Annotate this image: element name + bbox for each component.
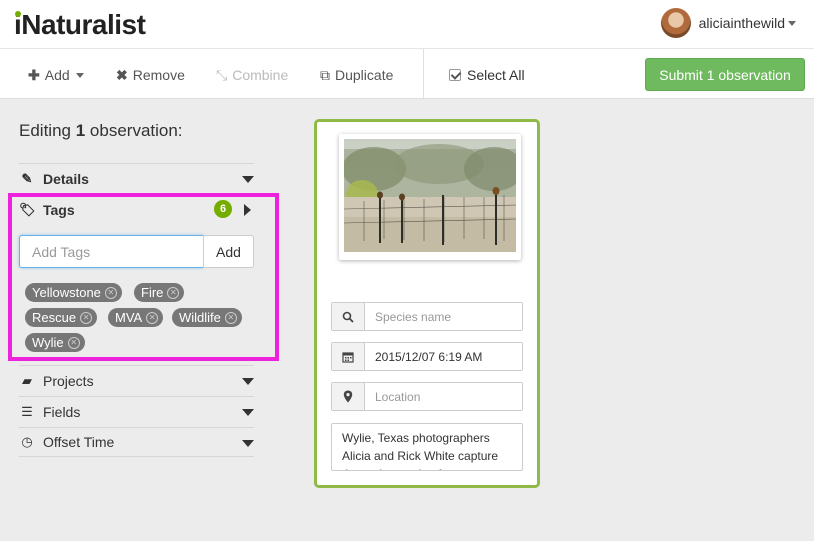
tag-chip: Yellowstone ✕ <box>25 283 122 302</box>
date-field[interactable]: 2015/12/07 6:19 AM <box>331 342 523 371</box>
select-all-label: Select All <box>467 67 525 83</box>
tag-chip: MVA ✕ <box>108 308 164 327</box>
remove-button[interactable]: ✖ Remove <box>116 66 185 84</box>
tag-chip: Wylie ✕ <box>25 333 85 352</box>
location-field[interactable]: Location <box>331 382 523 411</box>
section-details-label: Details <box>43 170 89 187</box>
section-offset-time-label: Offset Time <box>43 434 115 450</box>
section-projects-label: Projects <box>43 372 94 389</box>
top-navbar: iNaturalist aliciainthewild <box>0 0 814 48</box>
username[interactable]: aliciainthewild <box>699 15 785 31</box>
clock-icon: ◷ <box>21 434 33 449</box>
tag-chip: Wildlife ✕ <box>172 308 242 327</box>
calendar-icon <box>332 343 365 370</box>
chevron-right-icon[interactable] <box>244 204 251 216</box>
remove-tag-icon[interactable]: ✕ <box>104 286 117 299</box>
remove-tag-icon[interactable]: ✕ <box>80 311 93 324</box>
editing-suffix: observation: <box>89 121 183 140</box>
tag-chip-label: Wildlife <box>179 310 221 325</box>
add-tag-button[interactable]: Add <box>203 235 254 268</box>
observation-photo[interactable] <box>344 139 516 252</box>
close-icon: ✖ <box>116 66 128 83</box>
tag-chip-label: Yellowstone <box>32 285 101 300</box>
tag-chip-label: Fire <box>141 285 164 300</box>
logo-text: iNaturalist <box>14 9 146 40</box>
inaturalist-logo[interactable]: iNaturalist <box>14 9 146 41</box>
briefcase-icon: ▰ <box>22 372 32 388</box>
chevron-down-icon <box>242 176 254 183</box>
remove-tag-icon[interactable]: ✕ <box>224 311 237 324</box>
chevron-down-icon <box>242 409 254 416</box>
remove-tag-icon[interactable]: ✕ <box>67 336 80 349</box>
select-all-checkbox[interactable] <box>449 69 461 81</box>
remove-label: Remove <box>132 67 185 83</box>
add-label: Add <box>44 67 70 83</box>
pencil-icon: ✎ <box>21 170 33 186</box>
logo-dot <box>15 11 21 17</box>
map-marker-icon <box>332 383 365 410</box>
editing-prefix: Editing <box>19 121 71 140</box>
observation-photo-frame[interactable] <box>339 134 521 260</box>
user-menu[interactable]: aliciainthewild <box>660 8 796 38</box>
avatar[interactable] <box>660 8 691 38</box>
location-input[interactable]: Location <box>365 383 522 410</box>
section-details[interactable]: ✎ Details <box>19 163 254 193</box>
section-fields-label: Fields <box>43 403 81 420</box>
combine-label: Combine <box>232 67 289 83</box>
search-icon <box>332 303 365 330</box>
toolbar: ✚ Add ✖ Remove ⤡ Combine ⧉ Duplicate Sel… <box>0 48 814 100</box>
chevron-down-icon <box>788 20 796 26</box>
tag-chip-label: Wylie <box>32 335 64 350</box>
toolbar-divider <box>423 49 424 100</box>
compress-icon: ⤡ <box>216 66 228 83</box>
section-offset-time[interactable]: ◷ Offset Time <box>19 427 254 457</box>
remove-tag-icon[interactable]: ✕ <box>146 311 159 324</box>
chevron-down-icon <box>75 72 84 78</box>
section-projects[interactable]: ▰ Projects <box>19 365 254 395</box>
select-all-toggle[interactable]: Select All <box>449 66 525 84</box>
observation-card[interactable]: Species name 2015/12/07 6:19 AM Location… <box>314 119 540 488</box>
duplicate-button[interactable]: ⧉ Duplicate <box>320 66 393 84</box>
species-field[interactable]: Species name <box>331 302 523 331</box>
tag-chip-label: Rescue <box>32 310 77 325</box>
remove-tag-icon[interactable]: ✕ <box>167 286 180 299</box>
add-tags-input[interactable]: Add Tags <box>19 235 204 268</box>
editing-heading: Editing 1 observation: <box>19 121 183 141</box>
editing-count: 1 <box>75 121 86 140</box>
section-fields[interactable]: ☰ Fields <box>19 396 254 426</box>
plus-icon: ✚ <box>28 66 40 83</box>
tag-chip: Fire ✕ <box>134 283 185 302</box>
description-textarea[interactable]: Wylie, Texas photographers Alicia and Ri… <box>331 423 523 471</box>
tag-icon: 🏷︎ <box>19 202 36 217</box>
tag-chip-label: MVA <box>115 310 143 325</box>
list-icon: ☰ <box>21 403 33 419</box>
tags-count-badge: 6 <box>214 200 232 218</box>
duplicate-label: Duplicate <box>335 67 394 83</box>
date-input[interactable]: 2015/12/07 6:19 AM <box>365 343 522 370</box>
chevron-down-icon <box>242 378 254 385</box>
combine-button[interactable]: ⤡ Combine <box>216 66 288 84</box>
tag-chip: Rescue ✕ <box>25 308 98 327</box>
submit-button[interactable]: Submit 1 observation <box>645 58 805 91</box>
section-tags-label: Tags <box>43 202 75 218</box>
add-button[interactable]: ✚ Add <box>28 66 84 84</box>
copy-icon: ⧉ <box>320 66 330 83</box>
chevron-down-icon <box>242 440 254 447</box>
species-input[interactable]: Species name <box>365 303 522 330</box>
